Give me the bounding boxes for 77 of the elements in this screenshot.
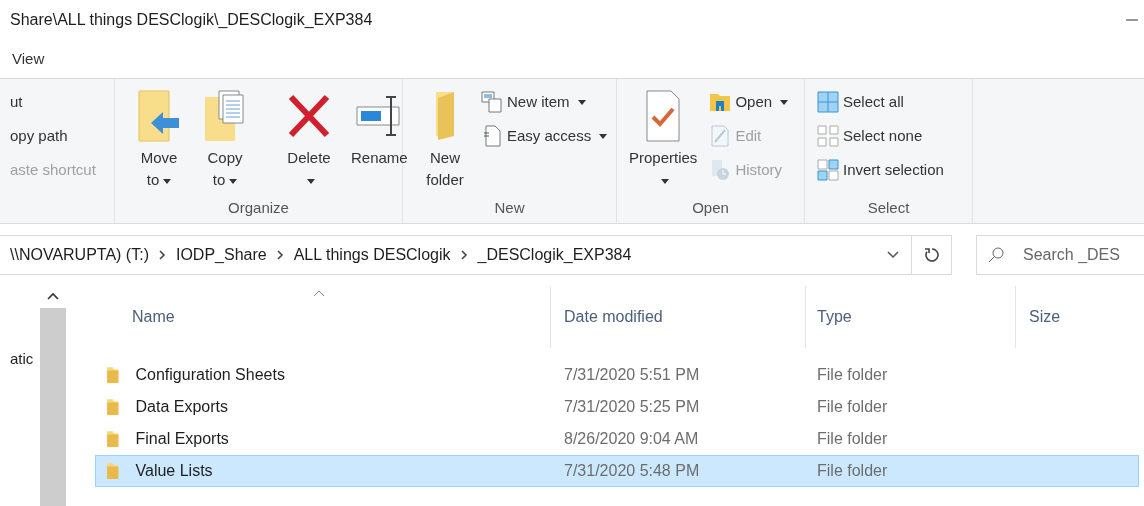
search-icon: [988, 247, 1004, 263]
file-type: File folder: [817, 462, 888, 479]
chevron-right-icon: [158, 250, 166, 260]
ribbon-button[interactable]: Copy to: [195, 79, 255, 191]
file-type: File folder: [817, 430, 888, 447]
column-header[interactable]: Name: [132, 305, 175, 329]
file-type: File folder: [817, 398, 888, 415]
window-title: Share\ALL things DESClogik\_DESClogik_EXP384: [10, 10, 373, 30]
group-label: Open: [692, 198, 729, 218]
grid-icon: [817, 91, 839, 113]
dropdown-caret-icon: [229, 178, 238, 184]
ribbon-button[interactable]: New item: [481, 85, 608, 119]
chevron-down-icon[interactable]: [887, 251, 899, 259]
sort-caret-icon: [313, 290, 325, 297]
file-name: Configuration Sheets: [135, 365, 285, 385]
group-label: Organize: [228, 198, 289, 218]
refresh-icon: [923, 247, 940, 263]
ribbon-button[interactable]: Rename: [345, 79, 414, 169]
date-modified: 7/31/2020 5:25 PM: [564, 398, 700, 415]
ribbon-button[interactable]: Select all: [817, 85, 944, 119]
file-name: Value Lists: [135, 461, 213, 481]
folder-icon: [106, 462, 120, 480]
ribbon-button[interactable]: ut: [10, 85, 96, 119]
chevron-right-icon: [460, 250, 468, 260]
file-row[interactable]: Configuration Sheets 7/31/2020 5:51 PM File folder: [95, 359, 1139, 391]
column-header[interactable]: Type: [817, 305, 852, 329]
folder-icon: [106, 366, 120, 384]
file-row[interactable]: Final Exports 8/26/2020 9:04 AM File folder: [95, 423, 1139, 455]
refresh-button[interactable]: [912, 235, 952, 275]
folder-icon: [106, 398, 120, 416]
folder-icon: [436, 92, 454, 140]
dropdown-caret-icon: [163, 178, 172, 184]
folder-icon: [709, 91, 732, 113]
chevron-right-icon: [276, 250, 284, 260]
breadcrumb-item[interactable]: IODP_Share: [175, 243, 267, 267]
date-modified: 8/26/2020 9:04 AM: [564, 430, 699, 447]
date-modified: 7/31/2020 5:51 PM: [564, 366, 700, 383]
nav-item[interactable]: atic: [10, 348, 40, 371]
dropdown-caret-icon: [577, 99, 586, 105]
ribbon-button[interactable]: opy path: [10, 119, 96, 153]
pencil-page-icon: [709, 125, 732, 147]
breadcrumb-item[interactable]: \\NOVARUPTA) (T:): [10, 243, 149, 267]
file-type: File folder: [817, 366, 888, 383]
file-name: Final Exports: [135, 429, 229, 449]
scroll-up-icon[interactable]: [47, 292, 59, 300]
dropdown-caret-icon: [307, 178, 315, 184]
ribbon-button[interactable]: Delete: [279, 79, 339, 191]
file-row[interactable]: Value Lists 7/31/2020 5:48 PM File folder: [95, 455, 1139, 487]
empty-grid-icon: [817, 125, 839, 147]
breadcrumb-item[interactable]: ALL things DESClogik: [293, 243, 451, 267]
file-row[interactable]: Data Exports 7/31/2020 5:25 PM File folder: [95, 391, 1139, 423]
dropdown-caret-icon: [780, 99, 789, 105]
ribbon-button[interactable]: Move to: [129, 79, 189, 191]
dropdown-caret-icon: [599, 133, 608, 139]
pages-icon: [481, 91, 503, 113]
group-label: Select: [867, 198, 910, 218]
folder-icon: [106, 430, 120, 448]
ribbon-tab[interactable]: View: [12, 47, 45, 71]
search-field[interactable]: Search _DES: [976, 235, 1144, 275]
breadcrumb-item[interactable]: _DESClogik_EXP384: [477, 243, 632, 267]
page-icon: [481, 125, 503, 147]
scrollbar-thumb[interactable]: [40, 308, 66, 506]
column-header[interactable]: Size: [1029, 305, 1061, 329]
ribbon-button[interactable]: New folder: [415, 79, 475, 191]
ribbon-button[interactable]: Open: [709, 85, 789, 119]
ribbon-button[interactable]: Invert selection: [817, 153, 944, 187]
dropdown-caret-icon: [661, 178, 670, 184]
group-label: New: [494, 198, 525, 218]
date-modified: 7/31/2020 5:48 PM: [564, 462, 700, 479]
address-bar[interactable]: \\NOVARUPTA) (T:) IODP_Share ALL things DESClogik _DESClogik_EXP384: [0, 235, 912, 275]
file-name: Data Exports: [135, 397, 228, 417]
ribbon-button[interactable]: Properties: [623, 79, 704, 191]
mixed-grid-icon: [817, 159, 839, 181]
ribbon-button[interactable]: Easy access: [481, 119, 608, 153]
clock-page-icon: [709, 159, 732, 181]
column-header[interactable]: Date modified: [564, 305, 663, 329]
ribbon-button[interactable]: Select none: [817, 119, 944, 153]
